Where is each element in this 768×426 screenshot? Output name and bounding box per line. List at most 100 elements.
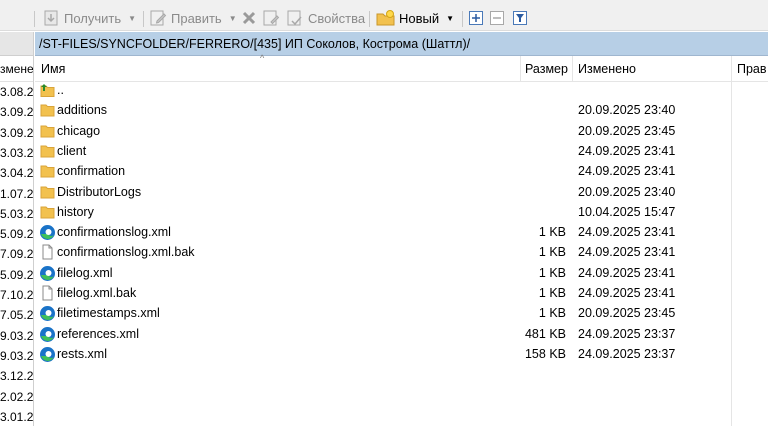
delete-icon [242,11,256,25]
local-list-item[interactable]: 5.09.2 [0,224,33,244]
local-list-item[interactable]: 3.01.2 [0,407,34,426]
file-modified: 24.09.2025 23:41 [578,143,676,158]
chevron-down-icon[interactable]: ▼ [128,14,136,23]
local-item-date: 3.03.2 [0,145,34,160]
folder-icon [39,102,56,118]
local-list-item[interactable]: 7.09.2 [0,244,34,264]
column-name-header[interactable]: Имя [41,62,65,76]
local-item-date: 7.10.2 [0,288,34,302]
file-size: 1 KB [538,306,566,321]
file-size: 1 KB [538,265,566,280]
toolbar-separator [462,11,463,27]
file-modified: 24.09.2025 23:41 [578,245,676,260]
file-row[interactable]: DistributorLogs 20.09.2025 23:40 [35,182,768,202]
file-name: confirmationslog.xml [57,225,171,240]
folder-icon [39,163,56,179]
local-list-item[interactable]: 2.02.2 [0,387,34,407]
expand-button[interactable] [468,7,484,29]
delete-button[interactable] [240,7,258,29]
file-row[interactable]: confirmationslog.xml.bak 1 KB 24.09.2025 2… [35,242,768,262]
file-modified: 24.09.2025 23:37 [578,326,676,341]
file-modified: 24.09.2025 23:41 [578,286,676,300]
local-path-bar [0,32,33,56]
properties-button[interactable]: Свойства [286,7,365,29]
file-row[interactable]: history 10.04.2025 15:47 [35,202,768,222]
edge-xml-icon [39,326,56,342]
local-list-item[interactable]: 7.05.2 [0,305,34,325]
file-row[interactable]: confirmationslog.xml 1 KB 24.09.2025 23:41 [35,222,768,242]
remote-path: /ST-FILES/SYNCFOLDER/FERRERO/[435] ИП Со… [39,37,471,51]
remote-file-list[interactable]: .. additions 20.09.2025 23:40 chicago 20.09.… [35,80,768,426]
edit-button[interactable]: Править ▼ [149,7,237,29]
file-row[interactable]: chicago 20.09.2025 23:45 [35,121,768,141]
new-button[interactable]: Новый ▼ [376,7,454,29]
local-pane[interactable]: зменен 3.08.2 3.09.2 3.09.2 3.03.2 3.04.2 1.0… [0,32,34,426]
local-list-item[interactable]: 1.07.2 [0,184,34,204]
local-list-item[interactable]: 9.03.2 [0,326,33,346]
local-list-item[interactable]: 3.08.2 [0,82,33,102]
local-item-date: 3.12.2 [0,369,34,384]
local-item-date: 7.05.2 [0,308,34,323]
local-list-item[interactable]: 5.09.2 [0,265,33,285]
local-modified-header[interactable]: зменен [0,56,33,82]
file-row[interactable]: additions 20.09.2025 23:40 [35,100,768,120]
rename-button[interactable] [262,7,280,29]
local-list-item[interactable]: 9.03.2 [0,346,33,366]
chevron-down-icon[interactable]: ▼ [446,14,454,23]
collapse-button[interactable] [489,7,505,29]
download-icon [44,10,58,26]
file-name: confirmationslog.xml.bak [57,245,195,260]
file-icon [39,285,56,301]
file-list-header: ^ Имя Размер Изменено Прав [35,53,768,82]
file-modified: 20.09.2025 23:40 [578,184,676,199]
edge-xml-icon [39,305,56,322]
file-row[interactable]: filelog.xml.bak 1 KB 24.09.2025 23:41 [35,283,768,303]
local-list-item[interactable]: 3.09.2 [0,123,33,143]
file-name: client [57,143,87,158]
new-button-label: Новый [399,10,440,26]
column-size-header[interactable]: Размер [525,62,568,76]
local-list-item[interactable]: 3.09.2 [0,102,33,122]
column-divider[interactable] [520,56,521,82]
edge-xml-icon [39,265,56,281]
local-item-date: 3.01.2 [0,409,34,424]
edit-button-label: Править [171,10,222,26]
local-list-item[interactable]: 3.12.2 [0,366,34,386]
file-row[interactable]: rests.xml 158 KB 24.09.2025 23:37 [35,344,768,364]
file-row[interactable]: references.xml 481 KB 24.09.2025 23:37 [35,324,768,344]
local-item-date: 7.09.2 [0,247,34,262]
column-divider[interactable] [572,56,573,82]
file-icon [39,244,56,260]
local-list-item[interactable]: 5.03.2 [0,204,34,224]
folder-icon [39,143,56,159]
edit-icon [150,10,167,26]
local-item-date: 5.03.2 [0,206,34,221]
file-row[interactable]: filetimestamps.xml 1 KB 20.09.2025 23:45 [35,303,768,323]
file-row[interactable]: filelog.xml 1 KB 24.09.2025 23:41 [35,263,768,283]
column-rights-header[interactable]: Прав [737,62,767,76]
remote-path-bar[interactable]: /ST-FILES/SYNCFOLDER/FERRERO/[435] ИП Со… [35,32,768,56]
local-list-item[interactable]: 3.03.2 [0,143,34,163]
file-row[interactable]: confirmation 24.09.2025 23:41 [35,161,768,181]
local-item-date: 1.07.2 [0,186,34,201]
file-modified: 20.09.2025 23:45 [578,306,676,321]
local-list-item[interactable]: 7.10.2 [0,285,34,305]
filter-button[interactable] [512,7,528,29]
file-name: history [57,204,94,219]
column-modified-header[interactable]: Изменено [578,62,636,76]
local-list-item[interactable]: 3.04.2 [0,163,33,183]
file-size: 158 KB [524,346,566,361]
folder-icon [39,123,56,139]
local-item-date: 2.02.2 [0,389,34,404]
chevron-down-icon[interactable]: ▼ [229,14,237,23]
file-row[interactable]: .. [35,80,768,100]
file-name: references.xml [57,326,139,341]
get-button[interactable]: Получить ▼ [42,7,136,29]
file-name: .. [57,83,64,97]
file-row[interactable]: client 24.09.2025 23:41 [35,141,768,161]
toolbar-separator [369,11,370,27]
rename-icon [263,10,280,26]
file-modified: 24.09.2025 23:41 [578,225,676,240]
file-size: 1 KB [538,286,566,300]
file-size: 481 KB [524,326,566,341]
